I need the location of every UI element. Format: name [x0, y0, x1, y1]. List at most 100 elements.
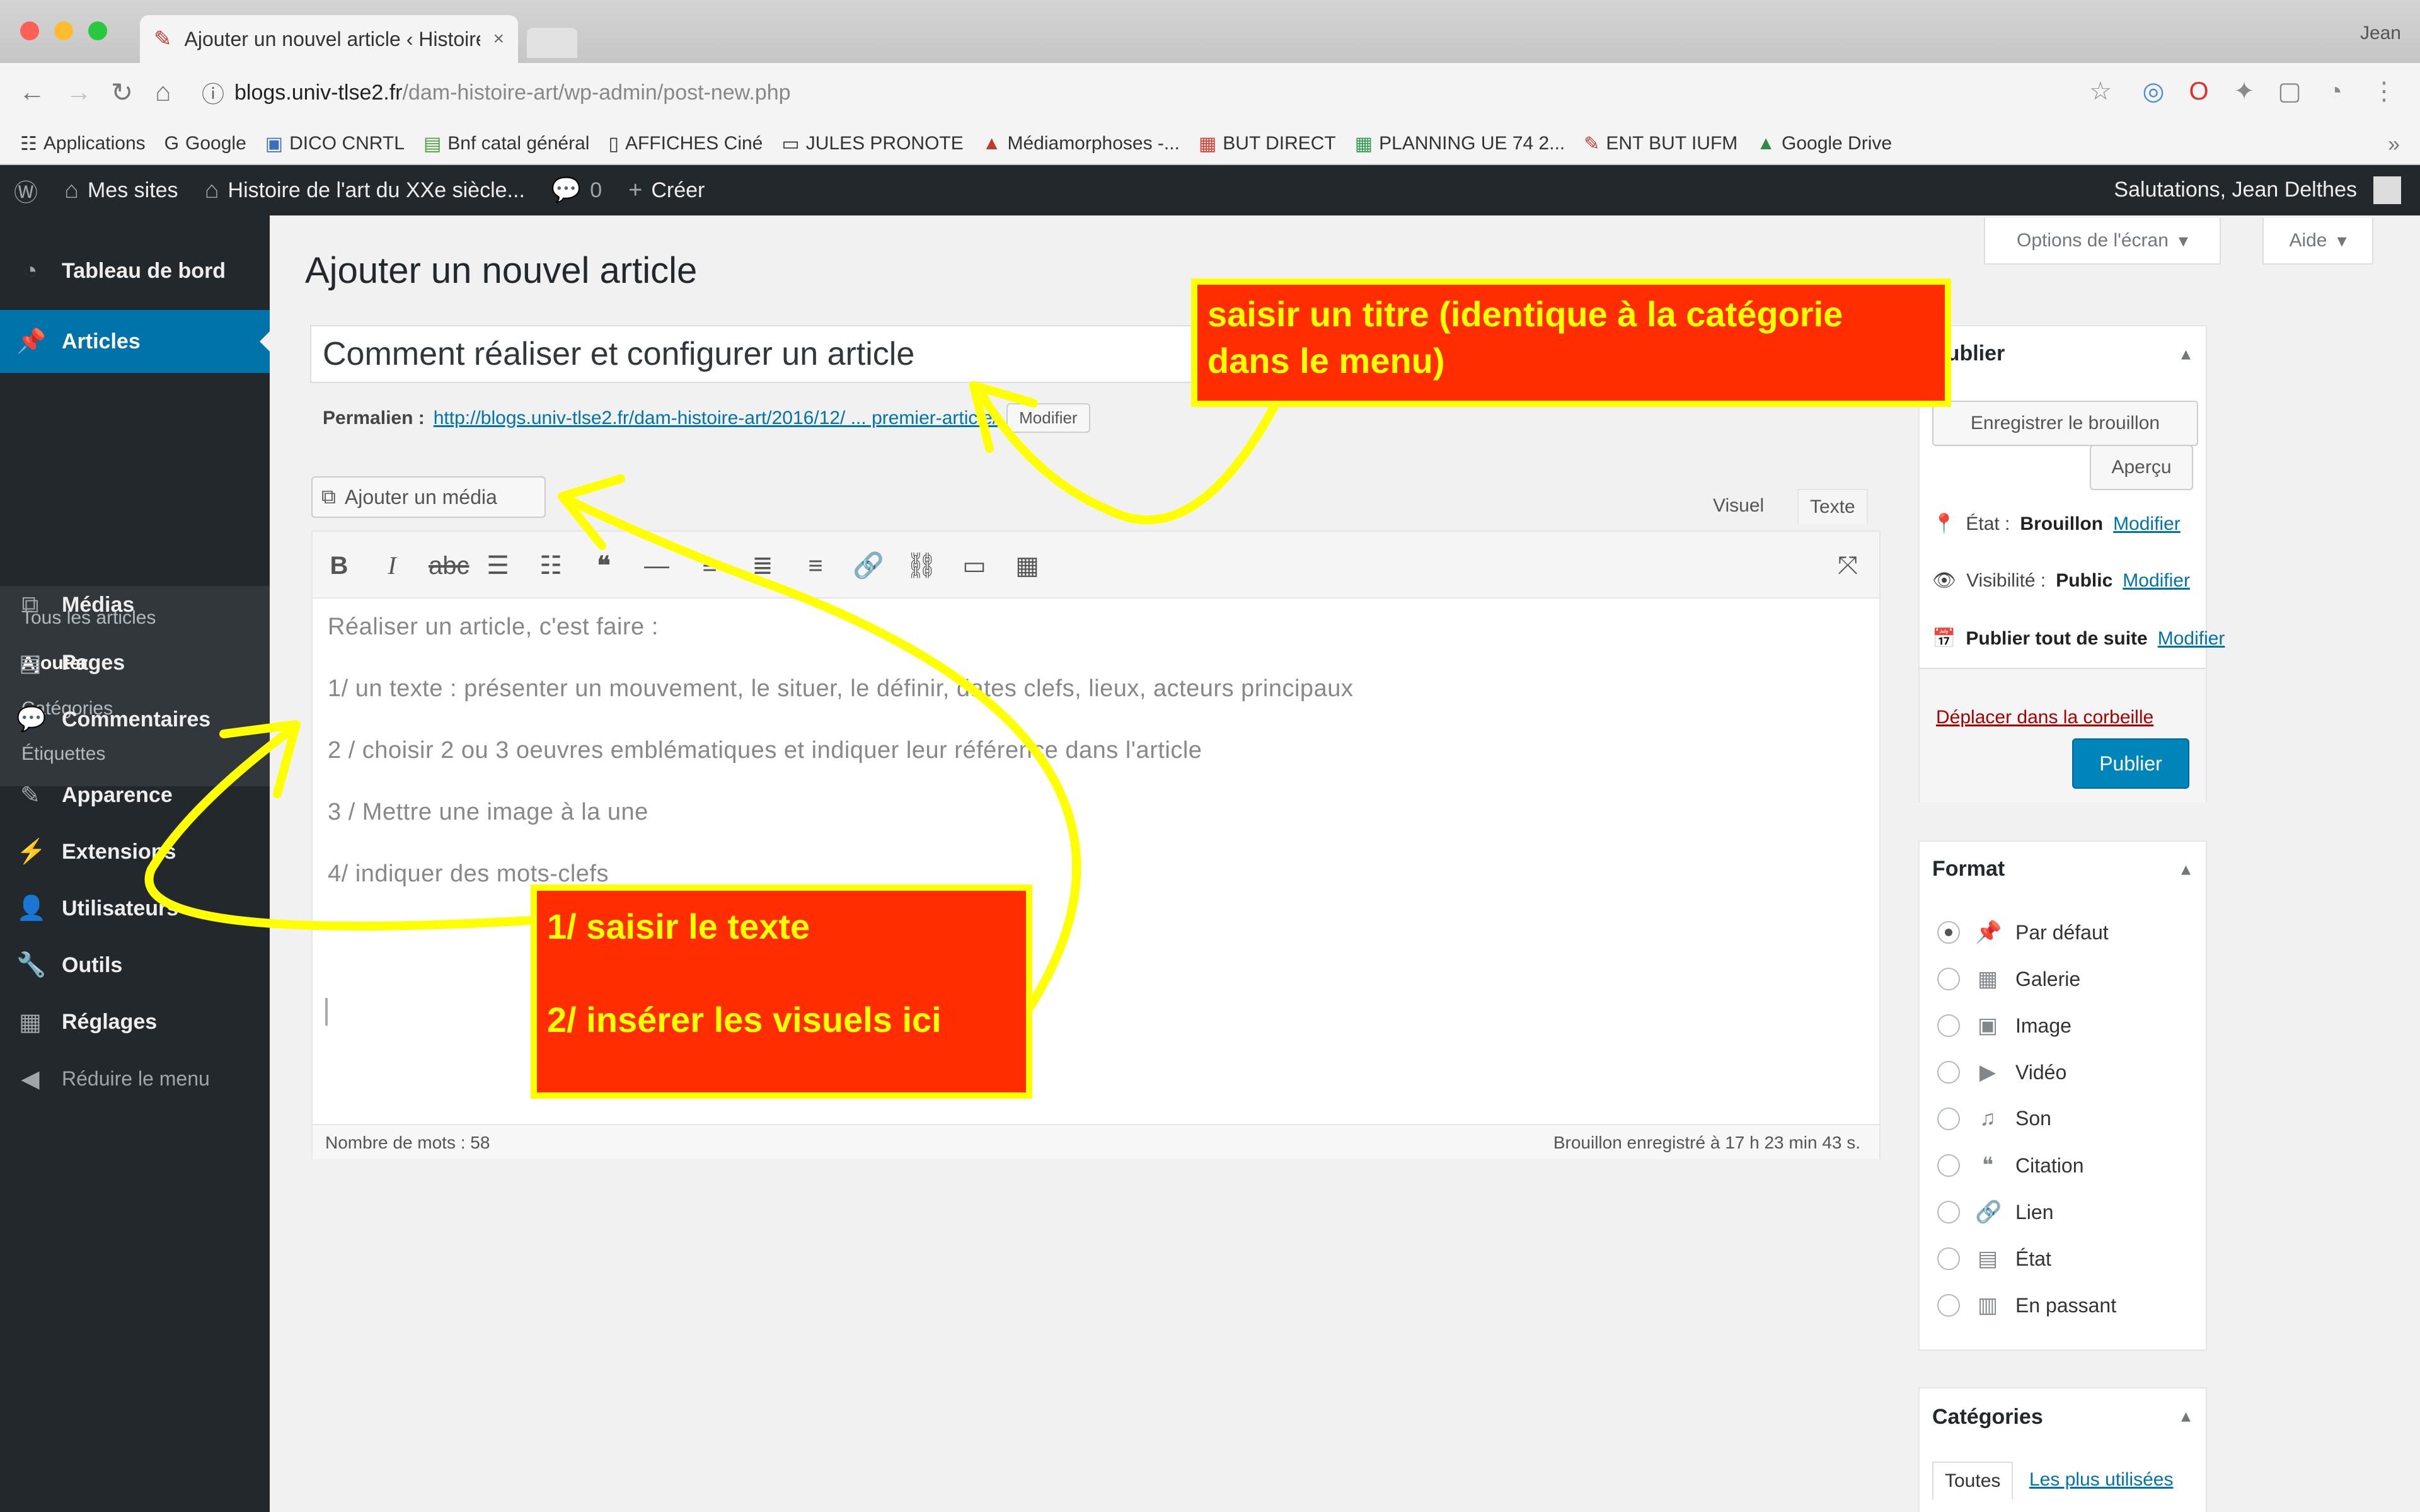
format-option-link[interactable]: 🔗 Lien	[1937, 1200, 2054, 1225]
collapse-box-icon[interactable]: ▴	[2181, 1405, 2191, 1427]
avatar[interactable]	[2373, 176, 2401, 204]
menu-collapse[interactable]: ◀ Réduire le menu	[0, 1047, 270, 1110]
publish-button[interactable]: Publier	[2072, 738, 2189, 789]
edit-status-link[interactable]: Modifier	[2113, 513, 2181, 535]
tab-visual[interactable]: Visuel	[1702, 489, 1775, 523]
maximize-window-icon[interactable]	[88, 21, 107, 40]
comments-menu[interactable]: 💬 0	[551, 176, 602, 204]
wp-logo-menu[interactable]: Ⓦ	[14, 173, 38, 208]
bookmark-item[interactable]: ▤ Bnf catal général	[424, 133, 590, 155]
menu-articles[interactable]: 📌 Articles	[0, 310, 270, 373]
reload-icon[interactable]: ↻	[111, 77, 133, 108]
browser-menu-icon[interactable]: ⋮	[2370, 77, 2399, 106]
menu-appearance[interactable]: ✎ Apparence	[0, 764, 270, 827]
bookmark-item[interactable]: ▯ AFFICHES Ciné	[608, 133, 763, 155]
format-option-aside[interactable]: ▥ En passant	[1937, 1293, 2116, 1318]
save-draft-button[interactable]: Enregistrer le brouillon	[1932, 401, 2198, 446]
menu-dashboard[interactable]: ◔ Tableau de bord	[0, 239, 270, 302]
close-window-icon[interactable]	[20, 21, 39, 40]
format-option-gallery[interactable]: ▦ Galerie	[1937, 966, 2080, 992]
radio-button[interactable]	[1937, 1014, 1960, 1037]
radio-button[interactable]	[1937, 1061, 1960, 1084]
extension-circle-icon[interactable]: ◎	[2139, 77, 2168, 106]
help-button[interactable]: Aide ▾	[2262, 218, 2373, 265]
format-option-quote[interactable]: ❝ Citation	[1937, 1153, 2084, 1178]
blockquote-icon[interactable]: ❝	[587, 549, 620, 582]
strikethrough-icon[interactable]: abc	[429, 549, 470, 582]
site-info-icon[interactable]: ⓘ	[202, 76, 224, 109]
radio-button[interactable]	[1937, 1154, 1960, 1177]
bookmark-item[interactable]: ▦ BUT DIRECT	[1199, 133, 1336, 155]
tab-text[interactable]: Texte	[1797, 489, 1868, 524]
bookmark-item[interactable]: ✎ ENT BUT IUFM	[1584, 133, 1737, 155]
edit-schedule-link[interactable]: Modifier	[2158, 628, 2225, 650]
read-more-icon[interactable]: ▭	[958, 549, 991, 582]
permalink-link[interactable]: http://blogs.univ-tlse2.fr/dam-histoire-…	[434, 408, 998, 429]
menu-users[interactable]: 👤 Utilisateurs	[0, 877, 270, 940]
bookmark-star-icon[interactable]: ☆	[2086, 77, 2115, 106]
extension-page-icon[interactable]: ▢	[2275, 77, 2304, 106]
edit-visibility-link[interactable]: Modifier	[2123, 570, 2190, 592]
collapse-box-icon[interactable]: ▴	[2181, 343, 2191, 365]
add-media-button[interactable]: ⧉ Ajouter un média	[311, 476, 546, 518]
bookmarks-overflow-icon[interactable]: »	[2388, 132, 2400, 157]
bold-icon[interactable]: B	[323, 549, 355, 582]
italic-icon[interactable]: I	[376, 549, 408, 582]
extension-shield-icon[interactable]: ◔	[2320, 77, 2349, 106]
browser-tab-active[interactable]: ✎ Ajouter un nouvel article ‹ Histoire ×	[140, 15, 518, 63]
menu-media[interactable]: ⧉ Médias	[0, 573, 270, 636]
forward-icon[interactable]: →	[66, 77, 92, 107]
remove-link-icon[interactable]: ⛓	[905, 549, 938, 582]
address-bar[interactable]: ⓘ blogs.univ-tlse2.fr/dam-histoire-art/w…	[202, 72, 2092, 113]
home-icon[interactable]: ⌂	[155, 77, 171, 107]
browser-profile-name[interactable]: Jean	[2360, 23, 2401, 44]
new-content-menu[interactable]: + Créer	[628, 177, 705, 204]
format-option-default[interactable]: 📌 Par défaut	[1937, 920, 2109, 945]
toolbar-toggle-icon[interactable]: ▦	[1011, 549, 1044, 582]
menu-pages[interactable]: ▤ Pages	[0, 631, 270, 694]
menu-tools[interactable]: 🔧 Outils	[0, 934, 270, 997]
site-name-menu[interactable]: ⌂ Histoire de l'art du XXe siècle...	[205, 177, 525, 204]
radio-button[interactable]	[1937, 1294, 1960, 1317]
align-center-icon[interactable]: ≣	[746, 549, 779, 582]
align-right-icon[interactable]: ≡	[799, 549, 832, 582]
horizontal-rule-icon[interactable]: —	[640, 549, 673, 582]
menu-comments[interactable]: 💬 Commentaires	[0, 688, 270, 751]
bullet-list-icon[interactable]: ☰	[481, 549, 514, 582]
bookmark-item[interactable]: ▦ PLANNING UE 74 2...	[1355, 133, 1565, 155]
tab-most-used-categories[interactable]: Les plus utilisées	[2018, 1462, 2184, 1498]
new-tab-button[interactable]	[527, 28, 577, 58]
radio-button[interactable]	[1937, 1107, 1960, 1130]
opera-extension-icon[interactable]: O	[2184, 77, 2213, 106]
radio-button[interactable]	[1937, 1201, 1960, 1223]
distraction-free-icon[interactable]: ⤧	[1831, 549, 1864, 582]
bookmark-item[interactable]: ▲ Google Drive	[1756, 133, 1892, 154]
insert-link-icon[interactable]: 🔗	[852, 549, 885, 582]
close-tab-icon[interactable]: ×	[493, 28, 504, 50]
bookmark-item[interactable]: ☷ Applications	[20, 133, 146, 155]
account-greeting[interactable]: Salutations, Jean Delthes	[2114, 178, 2357, 202]
move-to-trash-link[interactable]: Déplacer dans la corbeille	[1936, 707, 2153, 728]
radio-button[interactable]	[1937, 921, 1960, 944]
screen-options-button[interactable]: Options de l'écran ▾	[1984, 218, 2221, 265]
permalink-edit-button[interactable]: Modifier	[1006, 403, 1090, 433]
my-sites-menu[interactable]: ⌂ Mes sites	[64, 177, 178, 204]
tab-all-categories[interactable]: Toutes	[1932, 1462, 2014, 1499]
format-option-image[interactable]: ▣ Image	[1937, 1013, 2071, 1038]
format-option-audio[interactable]: ♫ Son	[1937, 1106, 2051, 1131]
minimize-window-icon[interactable]	[54, 21, 73, 40]
radio-button[interactable]	[1937, 968, 1960, 990]
bookmark-item[interactable]: ▭ JULES PRONOTE	[781, 133, 963, 155]
numbered-list-icon[interactable]: ☷	[534, 549, 567, 582]
collapse-box-icon[interactable]: ▴	[2181, 858, 2191, 880]
menu-plugins[interactable]: ⚡ Extensions	[0, 820, 270, 883]
back-icon[interactable]: ←	[19, 77, 45, 107]
bookmark-item[interactable]: G Google	[164, 133, 246, 154]
format-option-video[interactable]: ▶ Vidéo	[1937, 1060, 2066, 1085]
radio-button[interactable]	[1937, 1247, 1960, 1270]
align-left-icon[interactable]: ≡	[693, 549, 726, 582]
format-option-status[interactable]: ▤ État	[1937, 1246, 2051, 1271]
bookmark-item[interactable]: ▲ Médiamorphoses -...	[982, 133, 1180, 154]
menu-settings[interactable]: ▦ Réglages	[0, 990, 270, 1053]
bookmark-item[interactable]: ▣ DICO CNRTL	[265, 133, 405, 155]
